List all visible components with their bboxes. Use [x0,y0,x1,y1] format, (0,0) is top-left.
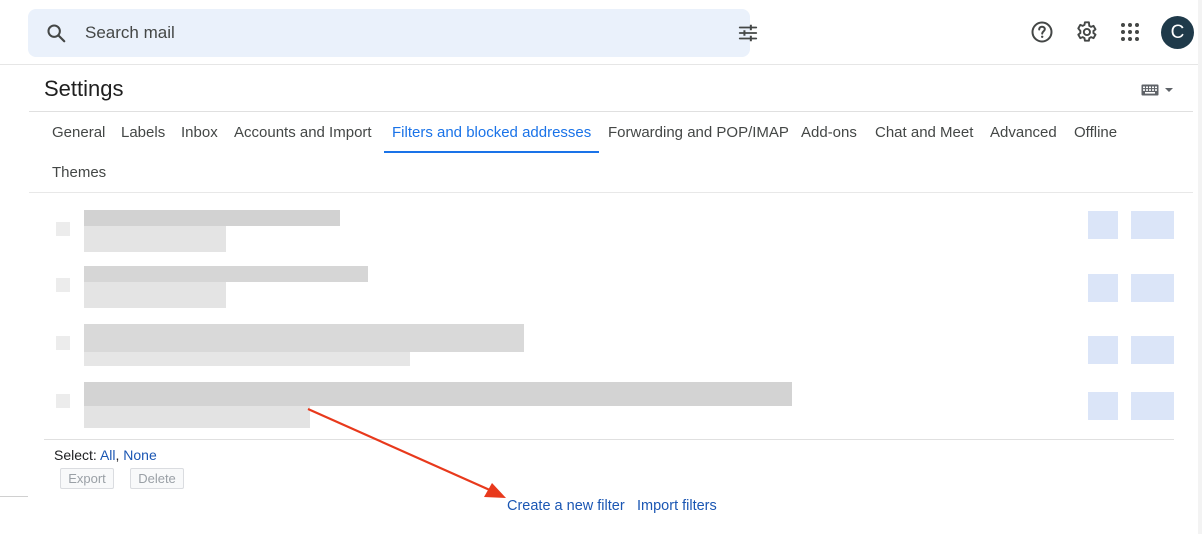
filter-row[interactable] [44,322,1174,374]
delete-filter-button[interactable] [1131,274,1174,302]
export-button[interactable]: Export [60,468,114,489]
divider [44,439,1174,440]
delete-filter-button[interactable] [1131,211,1174,239]
edit-button[interactable] [1088,211,1118,239]
redacted-text [84,282,226,308]
delete-button[interactable]: Delete [130,468,184,489]
select-all-link[interactable]: All [100,447,116,463]
gear-icon[interactable] [1074,20,1098,44]
select-separator: , [115,447,120,463]
edit-button[interactable] [1088,274,1118,302]
redacted-text [84,210,340,226]
tab-advanced[interactable]: Advanced [982,113,1065,153]
delete-filter-button[interactable] [1131,336,1174,364]
page-title: Settings [44,76,124,101]
redacted-text [84,382,792,406]
row-checkbox[interactable] [56,278,70,292]
redacted-text [84,324,524,352]
tab-accounts-and-import[interactable]: Accounts and Import [226,113,380,153]
row-checkbox[interactable] [56,336,70,350]
apps-grid-icon[interactable] [1118,20,1142,44]
divider [29,111,1193,112]
avatar[interactable]: C [1161,16,1194,49]
delete-filter-button[interactable] [1131,392,1174,420]
gmail-settings-page: Search mail C Settings General Labels In… [0,0,1202,534]
tab-general[interactable]: General [44,113,113,153]
row-checkbox[interactable] [56,394,70,408]
search-bar[interactable]: Search mail [28,9,758,57]
select-controls: Select: All, None [54,447,157,463]
filter-row[interactable] [44,380,1174,432]
divider [29,192,1193,193]
edit-button[interactable] [1088,336,1118,364]
tab-themes[interactable]: Themes [44,153,114,193]
redacted-text [84,226,226,252]
tab-labels[interactable]: Labels [113,113,173,153]
help-icon[interactable] [1030,20,1054,44]
tab-add-ons[interactable]: Add-ons [793,113,865,153]
divider [0,496,28,497]
redacted-text [84,352,410,366]
tab-inbox[interactable]: Inbox [173,113,226,153]
search-input[interactable]: Search mail [85,23,175,43]
select-label: Select: [54,447,97,463]
tab-filters-and-blocked-addresses[interactable]: Filters and blocked addresses [384,113,600,153]
tab-chat-and-meet[interactable]: Chat and Meet [867,113,981,153]
import-filters-link[interactable]: Import filters [637,498,717,514]
edit-button[interactable] [1088,392,1118,420]
chevron-down-icon [1165,88,1173,92]
filter-row[interactable] [44,208,1174,260]
filter-list [44,198,1194,438]
redacted-text [84,406,310,428]
row-checkbox[interactable] [56,222,70,236]
filter-row[interactable] [44,264,1174,316]
tune-icon[interactable] [737,22,759,44]
keyboard-icon [1141,84,1159,96]
divider [0,64,1202,65]
tab-forwarding-and-pop-imap[interactable]: Forwarding and POP/IMAP [600,113,797,153]
redacted-text [84,266,368,282]
select-none-link[interactable]: None [123,447,156,463]
search-icon[interactable] [45,22,67,44]
input-tools-button[interactable] [1141,83,1175,97]
create-new-filter-link[interactable]: Create a new filter [507,498,625,514]
tab-offline[interactable]: Offline [1066,113,1125,153]
scrollbar[interactable] [1198,0,1202,534]
